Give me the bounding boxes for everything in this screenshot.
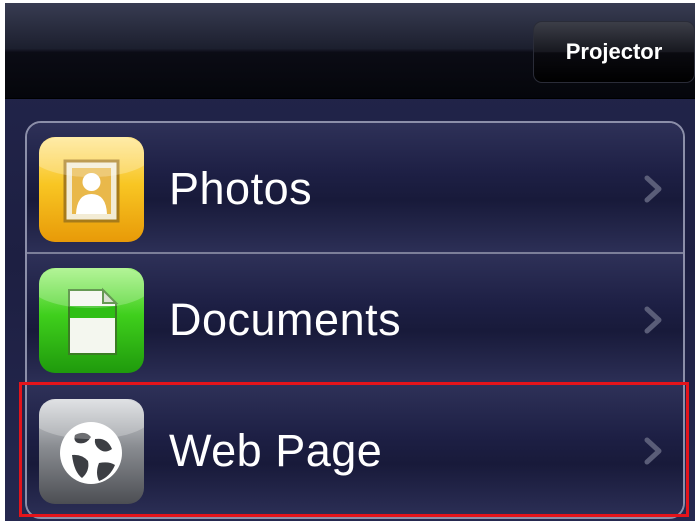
menu-item-label: Web Page xyxy=(169,425,383,476)
document-icon xyxy=(39,268,144,373)
app-screen: Projector Photos Documents Web Page xyxy=(5,3,695,521)
menu-list: Photos Documents Web Page xyxy=(25,121,685,519)
navigation-bar: Projector xyxy=(5,3,695,99)
photo-icon xyxy=(39,137,144,242)
chevron-right-icon xyxy=(644,175,662,203)
globe-icon xyxy=(39,399,144,504)
chevron-right-icon xyxy=(644,437,662,465)
menu-item-web-page[interactable]: Web Page xyxy=(27,385,683,517)
chevron-right-icon xyxy=(644,306,662,334)
menu-item-label: Documents xyxy=(169,294,402,345)
projector-button[interactable]: Projector xyxy=(533,21,695,83)
menu-item-photos[interactable]: Photos xyxy=(27,123,683,254)
menu-item-documents[interactable]: Documents xyxy=(27,254,683,385)
menu-item-label: Photos xyxy=(169,163,313,214)
